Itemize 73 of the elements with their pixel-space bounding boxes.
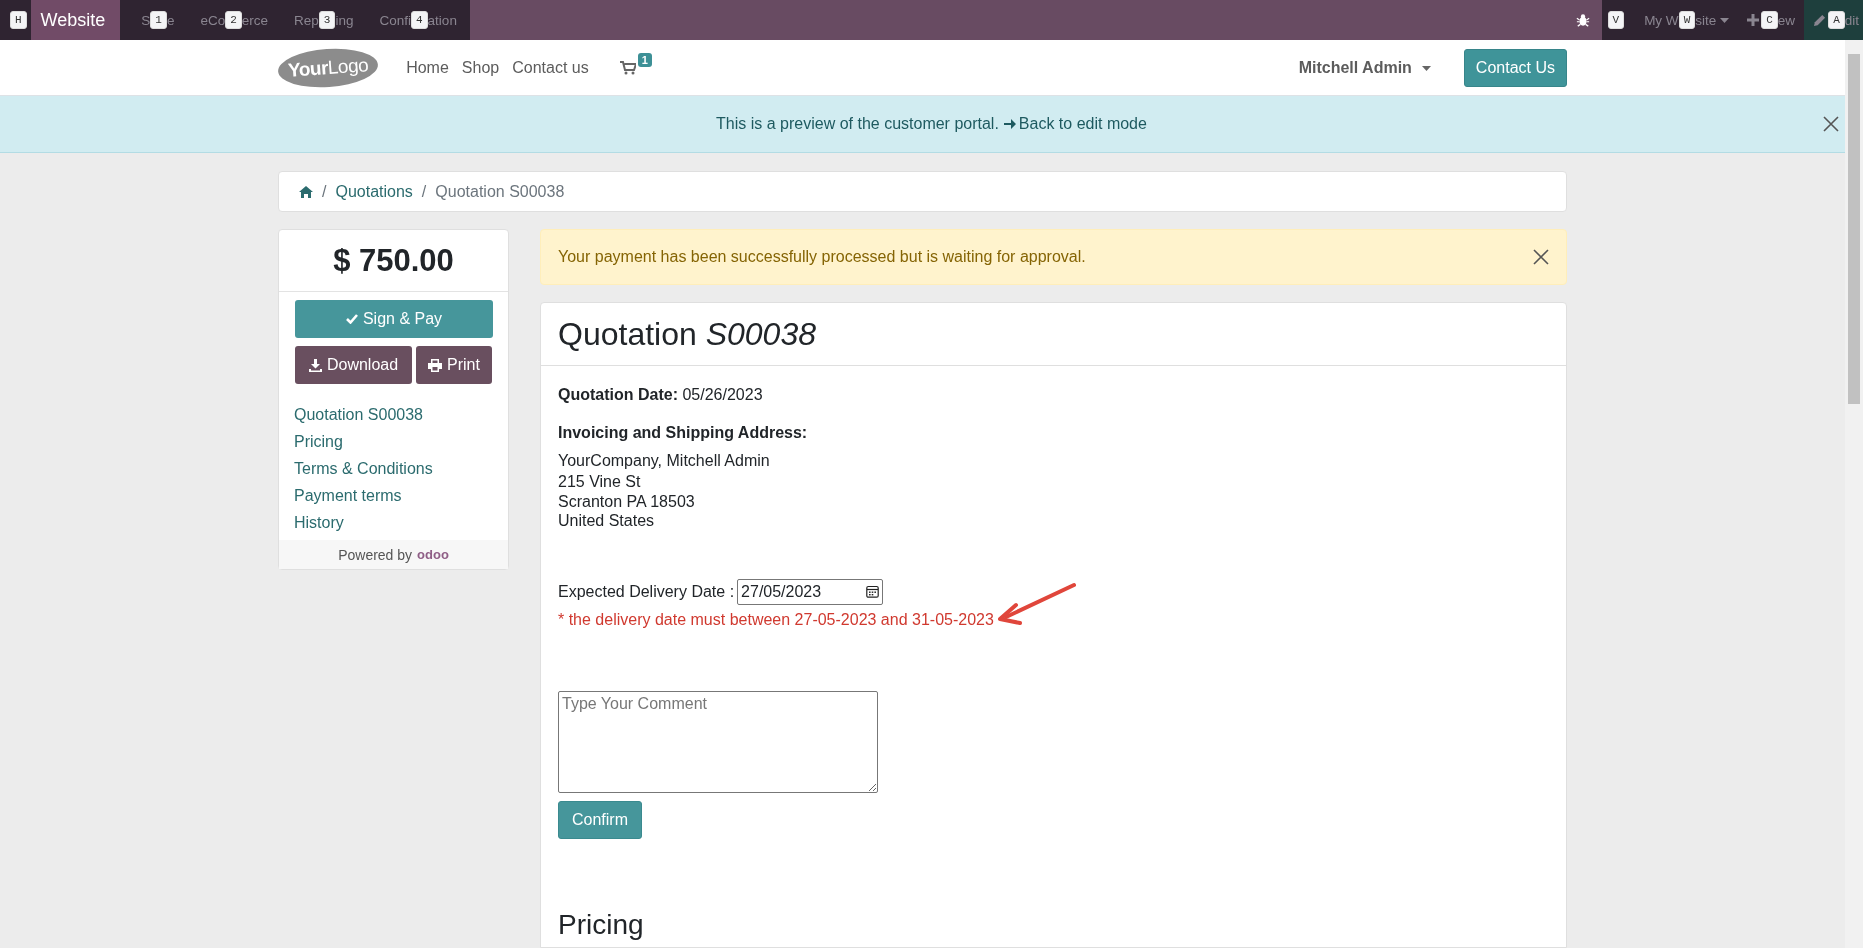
back-to-edit-link[interactable]: Back to edit mode — [1003, 115, 1147, 133]
close-icon[interactable] — [1823, 116, 1839, 132]
address-line: United States — [558, 511, 656, 531]
plus-icon — [1747, 14, 1760, 26]
quotation-date: Quotation Date: 05/26/2023 — [558, 386, 764, 404]
breadcrumb-item[interactable]: Quotations — [335, 182, 413, 201]
arrow-right-icon — [1003, 118, 1016, 130]
hotkey-badge: 4 — [411, 11, 428, 29]
comment-field[interactable]: Type Your Comment — [558, 690, 878, 793]
powered-by-text: Powered by — [338, 546, 413, 563]
printer-icon — [428, 358, 443, 372]
delivery-date-label: Expected Delivery Date : — [558, 582, 735, 601]
confirm-button[interactable]: Confirm — [558, 800, 642, 839]
sidebar-link[interactable]: Quotation S00038 — [294, 406, 493, 424]
alert-text: Your payment has been successfully processed but is waiting for approval. — [558, 248, 1086, 266]
scrollbar[interactable] — [1845, 40, 1863, 948]
print-button[interactable]: Print — [416, 346, 492, 384]
menu-text[interactable]: Confi — [379, 12, 411, 28]
breadcrumb-separator: / — [421, 182, 427, 201]
nav-link[interactable]: Contact us — [512, 59, 589, 77]
menu-text[interactable]: site — [1695, 12, 1717, 28]
menu-text[interactable]: My W — [1644, 12, 1679, 28]
sign-and-pay-button[interactable]: Sign & Pay — [295, 300, 493, 338]
hotkey-badge: A — [1828, 11, 1845, 29]
calendar-icon — [866, 585, 880, 598]
menu-text[interactable]: ew — [1777, 12, 1796, 28]
section-heading: Pricing — [558, 908, 645, 941]
menu-text[interactable]: ing — [335, 12, 354, 28]
hotkey-badge: C — [1761, 11, 1778, 29]
close-icon[interactable] — [1533, 249, 1549, 265]
menu-text[interactable]: Rep — [294, 12, 319, 28]
address-label: Invoicing and Shipping Address: — [558, 424, 809, 442]
address-line: Scranton PA 18503 — [558, 491, 696, 511]
sidebar-link[interactable]: Pricing — [294, 433, 493, 451]
breadcrumb-item: Quotation S00038 — [435, 182, 565, 201]
quotation-title: Quotation S00038 — [558, 315, 816, 353]
breadcrumb-separator: / — [322, 182, 327, 201]
hotkey-badge: W — [1678, 11, 1696, 29]
caret-icon — [1421, 65, 1431, 71]
hotkey-badge: 3 — [318, 11, 336, 29]
bug-icon — [1575, 13, 1590, 27]
hotkey-badge: 1 — [150, 11, 167, 29]
address-line: 215 Vine St — [558, 472, 642, 492]
menu-text[interactable]: dit — [1844, 12, 1859, 28]
address-line: YourCompany, Mitchell Admin — [558, 451, 771, 471]
delivery-date-note: * the delivery date must between 27-05-2023 and 31-05-2023 — [558, 610, 994, 628]
home-icon — [299, 185, 313, 198]
caret-icon — [1720, 17, 1730, 23]
brand-name[interactable]: odoo — [417, 547, 449, 562]
hotkey-badge: V — [1607, 11, 1625, 29]
menu-text[interactable]: ation — [427, 12, 457, 28]
download-button[interactable]: Download — [295, 346, 412, 384]
nav-link[interactable]: Shop — [461, 59, 500, 77]
menu-text[interactable]: erce — [241, 12, 269, 28]
hotkey-badge: 2 — [225, 11, 242, 29]
menu-text[interactable]: e — [166, 12, 175, 28]
download-icon — [308, 358, 322, 372]
pencil-icon — [1813, 13, 1827, 27]
sidebar-link[interactable]: Payment terms — [294, 487, 493, 505]
cart-count-badge: 1 — [637, 53, 652, 67]
nav-link[interactable]: Home — [406, 59, 449, 77]
menu-text[interactable]: S — [141, 12, 151, 28]
banner-text: This is a preview of the customer portal. — [716, 115, 999, 133]
hotkey-badge: H — [10, 11, 27, 29]
check-icon — [345, 314, 358, 324]
cart-icon — [619, 61, 636, 75]
sidebar-link[interactable]: Terms & Conditions — [294, 460, 493, 478]
contact-us-button[interactable]: Contact Us — [1463, 49, 1567, 87]
total-amount: $ 750.00 — [333, 242, 454, 279]
sidebar-link[interactable]: History — [294, 514, 493, 532]
date-field[interactable]: 27/05/2023 — [737, 578, 884, 605]
app-name[interactable]: Website — [30, 0, 121, 40]
menu-text[interactable]: eCo — [200, 12, 226, 28]
